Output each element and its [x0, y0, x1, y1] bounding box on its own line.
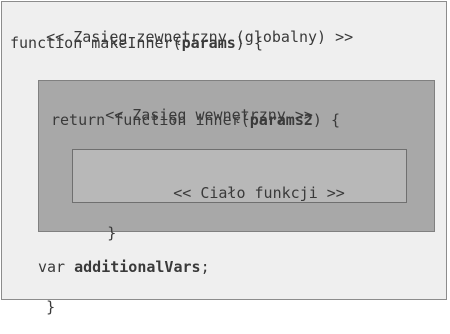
middle-scope-box: << Zasięg wewnętrzny >> return function …	[38, 80, 435, 242]
return-function-param: params2	[249, 111, 313, 129]
function-body-box: << Ciało funkcji >>	[72, 149, 407, 203]
return-function-declaration: return function inner(params2) {	[51, 111, 340, 129]
function-body-comment-text: << Ciało funkcji >>	[173, 184, 345, 202]
outer-function-param: params	[181, 34, 236, 52]
var-declaration: var additionalVars;	[38, 258, 210, 276]
var-keyword: var	[38, 258, 75, 276]
outer-function-declaration: function makeInner(params) {	[10, 34, 263, 52]
outer-close-brace: }	[10, 280, 55, 334]
return-function-suffix: ) {	[312, 111, 340, 129]
outer-close-brace-text: }	[46, 298, 56, 316]
outer-scope-box: << Zasięg zewnętrzny (globalny) >> funct…	[1, 1, 447, 316]
outer-function-prefix: function makeInner(	[10, 34, 182, 52]
function-body-comment: << Ciało funkcji >>	[101, 166, 345, 220]
return-function-prefix: return function inner(	[51, 111, 250, 129]
outer-function-suffix: ) {	[235, 34, 263, 52]
middle-close-brace: }	[53, 206, 116, 260]
middle-close-brace-text: }	[107, 224, 117, 242]
var-suffix: ;	[200, 258, 210, 276]
var-name: additionalVars	[74, 258, 201, 276]
